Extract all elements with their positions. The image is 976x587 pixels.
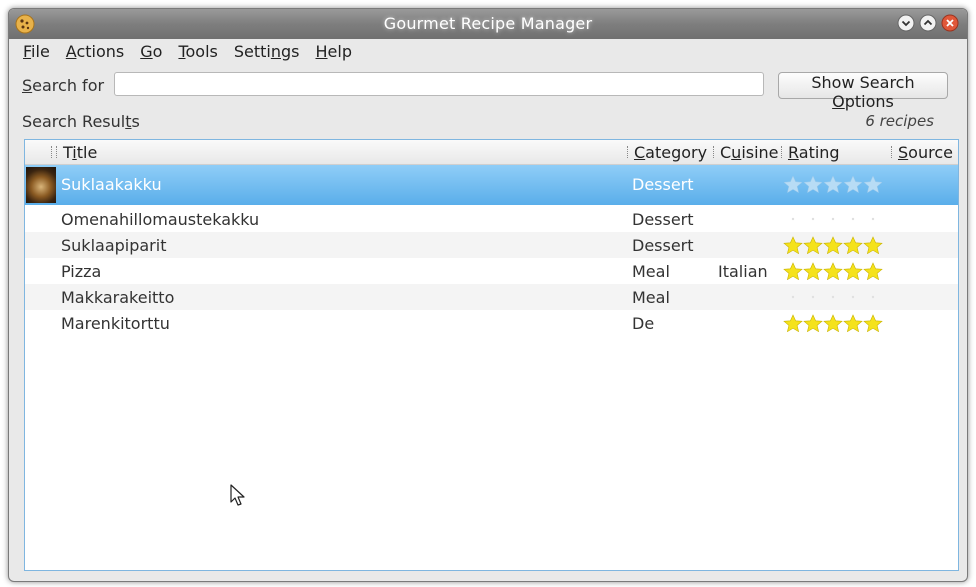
star-empty-icon (871, 217, 875, 221)
table-row[interactable]: Marenkitorttu De (25, 310, 958, 336)
table-header: Title Category Cuisine Rating Source (25, 140, 958, 165)
table-row[interactable]: Suklaapiparit Dessert (25, 232, 958, 258)
menu-file[interactable]: File (15, 40, 58, 64)
results-header: Search Results 6 recipes (22, 112, 934, 134)
star-filled-icon (843, 314, 863, 332)
app-window: Gourmet Recipe Manager File Actions Go T… (8, 8, 968, 582)
menu-tools[interactable]: Tools (170, 40, 225, 64)
close-button[interactable] (941, 14, 959, 32)
table-row[interactable]: Pizza Meal Italian (25, 258, 958, 284)
recipe-title: Suklaakakku (61, 175, 162, 194)
star-filled-icon (863, 236, 883, 254)
menu-actions[interactable]: Actions (58, 40, 132, 64)
column-header-cuisine[interactable]: Cuisine (713, 143, 779, 162)
recipe-category: Dessert (632, 210, 694, 229)
show-search-options-button[interactable]: Show Search Options (778, 72, 948, 111)
star-filled-icon (863, 314, 883, 332)
maximize-icon (919, 14, 937, 32)
star-empty-icon (783, 175, 803, 193)
rating-stars[interactable] (783, 262, 883, 280)
menu-bar: File Actions Go Tools Settings Help (9, 40, 967, 64)
column-header-category[interactable]: Category (627, 143, 707, 162)
search-bar: Search for Show Search Options (22, 72, 952, 111)
table-row[interactable]: Suklaakakku Dessert (25, 165, 958, 205)
star-empty-icon (851, 217, 855, 221)
star-empty-icon (791, 217, 795, 221)
column-header-title[interactable]: Title (56, 143, 97, 162)
star-empty-icon (863, 175, 883, 193)
search-label: Search for (22, 76, 105, 95)
recipe-category: Dessert (632, 236, 694, 255)
table-row[interactable]: Makkarakeitto Meal (25, 284, 958, 310)
star-filled-icon (863, 262, 883, 280)
menu-settings[interactable]: Settings (226, 40, 308, 64)
minimize-icon (897, 14, 915, 32)
rating-stars[interactable] (783, 288, 883, 306)
star-empty-icon (791, 295, 795, 299)
star-empty-icon (803, 175, 823, 193)
star-empty-icon (851, 295, 855, 299)
star-filled-icon (843, 262, 863, 280)
recipe-category: Meal (632, 262, 670, 281)
recipe-category: Dessert (632, 175, 694, 194)
recipe-thumbnail (26, 167, 56, 203)
star-filled-icon (823, 262, 843, 280)
results-count: 6 recipes (865, 112, 934, 130)
rating-stars[interactable] (783, 236, 883, 254)
menu-help[interactable]: Help (308, 40, 360, 64)
search-input[interactable] (114, 72, 764, 96)
mouse-pointer-icon (230, 484, 245, 506)
star-filled-icon (803, 314, 823, 332)
star-filled-icon (783, 236, 803, 254)
star-filled-icon (803, 262, 823, 280)
column-header-source[interactable]: Source (891, 143, 953, 162)
recipe-title: Omenahillomaustekakku (61, 210, 260, 229)
star-empty-icon (811, 295, 815, 299)
window-title: Gourmet Recipe Manager (383, 14, 593, 33)
star-empty-icon (871, 295, 875, 299)
star-filled-icon (843, 236, 863, 254)
rating-stars[interactable] (783, 210, 883, 228)
minimize-button[interactable] (897, 14, 915, 32)
star-filled-icon (823, 314, 843, 332)
star-empty-icon (823, 175, 843, 193)
recipe-title: Marenkitorttu (61, 314, 170, 333)
star-filled-icon (823, 236, 843, 254)
search-results-label: Search Results (22, 112, 140, 131)
star-empty-icon (831, 217, 835, 221)
results-table[interactable]: Title Category Cuisine Rating Source Suk… (24, 139, 959, 571)
star-filled-icon (783, 262, 803, 280)
recipe-category: Meal (632, 288, 670, 307)
recipe-title: Makkarakeitto (61, 288, 175, 307)
recipe-title: Pizza (61, 262, 102, 281)
star-empty-icon (831, 295, 835, 299)
rating-stars[interactable] (783, 314, 883, 332)
close-icon (941, 14, 959, 32)
column-header-rating[interactable]: Rating (781, 143, 840, 162)
title-bar[interactable]: Gourmet Recipe Manager (9, 9, 967, 39)
menu-go[interactable]: Go (132, 40, 170, 64)
maximize-button[interactable] (919, 14, 937, 32)
table-row[interactable]: Omenahillomaustekakku Dessert (25, 206, 958, 232)
star-empty-icon (811, 217, 815, 221)
recipe-cuisine: Italian (718, 262, 768, 281)
star-filled-icon (803, 236, 823, 254)
rating-stars[interactable] (783, 175, 883, 193)
recipe-title: Suklaapiparit (61, 236, 167, 255)
star-filled-icon (783, 314, 803, 332)
recipe-category: De (632, 314, 655, 333)
star-empty-icon (843, 175, 863, 193)
